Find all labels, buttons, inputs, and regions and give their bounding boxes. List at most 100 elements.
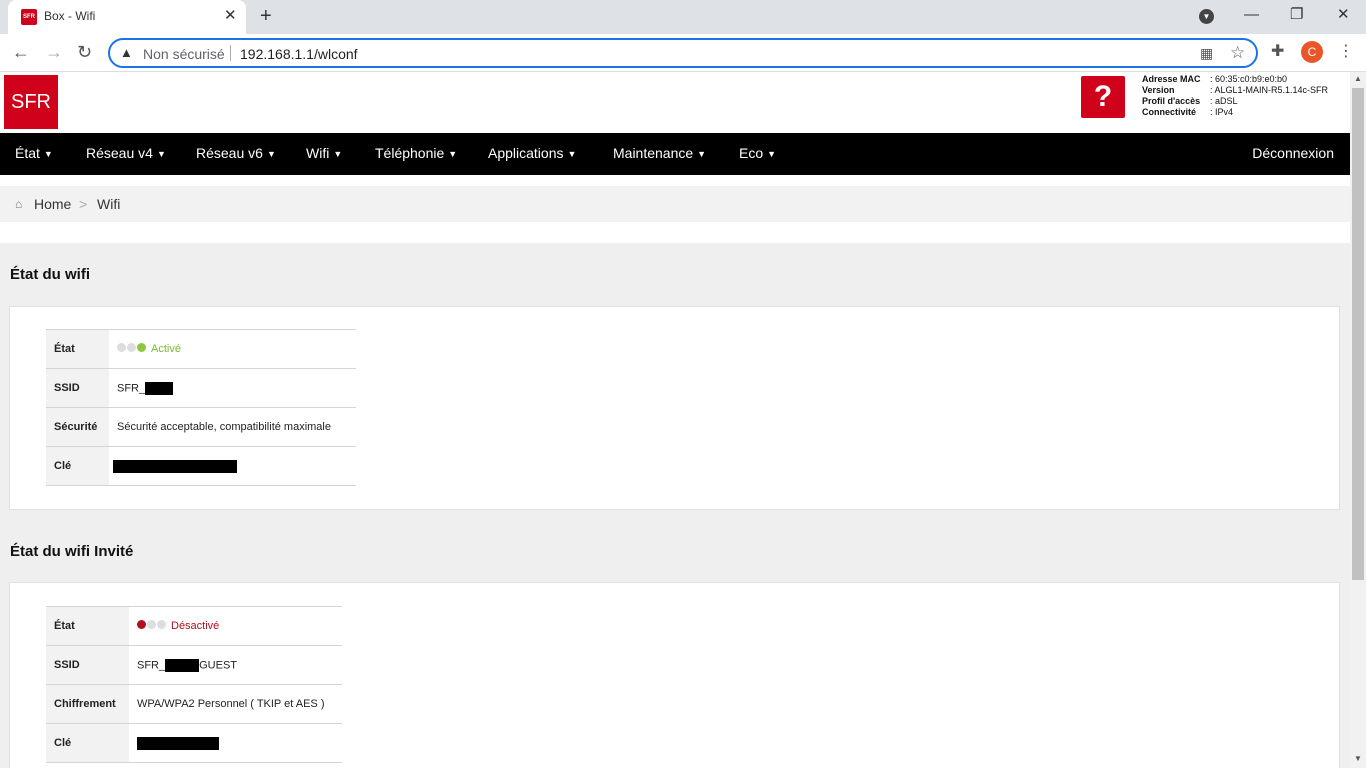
row-value (129, 723, 342, 763)
qr-code-icon[interactable]: ▦ (1200, 45, 1213, 62)
extensions-puzzle-icon[interactable]: ✚ (1271, 41, 1284, 61)
nav-label: Réseau v6 (196, 145, 263, 161)
nav-label: Téléphonie (375, 145, 445, 161)
redacted-block (137, 736, 219, 750)
profile-avatar[interactable]: C (1301, 41, 1323, 63)
wifi-status-table: État Activé SSID SFR_ Sécurité Sécurité … (46, 329, 356, 486)
security-indicator[interactable]: Non sécurisé (143, 46, 225, 62)
ssid-value: SFR_ (117, 381, 146, 394)
minimize-icon[interactable]: — (1244, 6, 1259, 24)
nav-item-telephonie[interactable]: Téléphonie ▼ (375, 145, 457, 161)
guest-wifi-status-table: État Désactivé SSID SFR_ GUEST Chiffremen… (46, 606, 342, 763)
guest-wifi-status-title: État du wifi Invité (10, 543, 134, 560)
address-bar[interactable]: ▲ Non sécurisé 192.168.1.1/wlconf ▦ ☆ (108, 38, 1258, 68)
row-value: Activé (109, 329, 356, 369)
scrollbar-thumb[interactable] (1352, 88, 1364, 580)
wifi-status-title: État du wifi (10, 266, 90, 283)
ssid-suffix: GUEST (199, 658, 238, 671)
nav-item-eco[interactable]: Eco ▼ (739, 145, 776, 161)
caret-down-icon: ▼ (697, 149, 707, 160)
row-value: Désactivé (129, 606, 342, 646)
info-label: Adresse MAC (1142, 74, 1201, 84)
row-value: Sécurité acceptable, compatibilité maxim… (109, 407, 356, 447)
logout-link[interactable]: Déconnexion (1252, 145, 1334, 161)
url-text[interactable]: 192.168.1.1/wlconf (240, 46, 358, 62)
omnibox-divider (230, 45, 231, 61)
row-label: SSID (46, 645, 129, 685)
content-area: État du wifi État Activé SSID SFR_ Sécur… (0, 243, 1350, 768)
nav-item-reseau-v6[interactable]: Réseau v6 ▼ (196, 145, 276, 161)
bookmark-star-icon[interactable]: ☆ (1230, 43, 1245, 63)
breadcrumb-home[interactable]: Home (34, 196, 71, 212)
caret-down-icon: ▼ (767, 149, 777, 160)
table-row: État Activé (46, 329, 356, 369)
help-button[interactable]: ? (1081, 76, 1125, 118)
info-label: Connectivité (1142, 107, 1197, 117)
browser-tab[interactable]: SFR Box - Wifi ✕ (8, 0, 246, 34)
tab-search-icon[interactable]: ▼ (1199, 9, 1214, 24)
new-tab-button[interactable]: + (260, 6, 272, 26)
page-scrollbar[interactable]: ▲ ▼ (1350, 72, 1366, 768)
nav-label: Maintenance (613, 145, 694, 161)
nav-item-maintenance[interactable]: Maintenance ▼ (613, 145, 706, 161)
breadcrumb-current: Wifi (97, 196, 121, 212)
nav-label: Applications (488, 145, 564, 161)
redacted-block (145, 381, 174, 395)
table-row: État Désactivé (46, 606, 342, 646)
reload-icon[interactable]: ↻ (77, 42, 92, 62)
guest-wifi-status-card: État Désactivé SSID SFR_ GUEST Chiffremen… (9, 582, 1340, 768)
nav-label: Réseau v4 (86, 145, 153, 161)
scroll-up-icon[interactable]: ▲ (1354, 74, 1362, 83)
close-tab-icon[interactable]: ✕ (224, 8, 237, 24)
table-row: Chiffrement WPA/WPA2 Personnel ( TKIP et… (46, 684, 342, 724)
device-info-row: Version: ALGL1-MAIN-R5.1.14c-SFR (1142, 85, 1328, 96)
home-icon: ⌂ (15, 197, 23, 211)
nav-item-etat[interactable]: État ▼ (15, 145, 53, 161)
row-label: Clé (46, 723, 129, 763)
tab-strip: SFR Box - Wifi ✕ + ▼ — ❐ ✕ (0, 0, 1366, 34)
redacted-block (165, 658, 200, 672)
browser-toolbar: ← → ↻ ▲ Non sécurisé 192.168.1.1/wlconf … (0, 34, 1366, 72)
sfr-logo[interactable]: SFR (4, 75, 58, 129)
info-value: : aDSL (1210, 96, 1238, 106)
row-value (109, 446, 356, 486)
nav-label: Eco (739, 145, 764, 161)
device-info-row: Profil d'accès : aDSL (1142, 96, 1328, 107)
nav-label: État (15, 145, 40, 161)
restore-icon[interactable]: ❐ (1290, 6, 1303, 24)
tab-title: Box - Wifi (44, 9, 96, 23)
table-row: Clé (46, 446, 356, 486)
caret-down-icon: ▼ (448, 149, 458, 160)
wifi-status-card: État Activé SSID SFR_ Sécurité Sécurité … (9, 306, 1340, 510)
table-row: Clé (46, 723, 342, 763)
row-value: SFR_ GUEST (129, 645, 342, 685)
caret-down-icon: ▼ (266, 149, 276, 160)
info-label: Profil d'accès (1142, 96, 1201, 106)
close-window-icon[interactable]: ✕ (1337, 6, 1350, 24)
browser-menu-icon[interactable]: ⋮ (1338, 41, 1354, 61)
breadcrumb-separator: > (79, 196, 88, 212)
row-label: Sécurité (46, 407, 109, 447)
warning-icon[interactable]: ▲ (120, 45, 133, 60)
web-page: SFR ? Adresse MAC: 60:35:c0:b9:e0:b0 Ver… (0, 72, 1350, 768)
sfr-favicon-icon: SFR (21, 9, 37, 25)
breadcrumb: ⌂ Home > Wifi (0, 186, 1350, 222)
caret-down-icon: ▼ (567, 149, 577, 160)
row-value: SFR_ (109, 368, 356, 408)
forward-icon[interactable]: → (45, 42, 63, 62)
status-dots (117, 343, 147, 355)
back-icon[interactable]: ← (12, 42, 30, 62)
device-info-row: Adresse MAC: 60:35:c0:b9:e0:b0 (1142, 74, 1328, 85)
nav-item-wifi[interactable]: Wifi ▼ (306, 145, 342, 161)
status-dots (137, 620, 167, 632)
info-label: Version (1142, 85, 1175, 95)
redacted-block (113, 459, 237, 473)
table-row: SSID SFR_ GUEST (46, 645, 342, 685)
nav-item-applications[interactable]: Applications ▼ (488, 145, 576, 161)
table-row: SSID SFR_ (46, 368, 356, 408)
scroll-down-icon[interactable]: ▼ (1354, 754, 1362, 763)
nav-item-reseau-v4[interactable]: Réseau v4 ▼ (86, 145, 166, 161)
wifi-state-value: Activé (151, 342, 181, 355)
guest-state-value: Désactivé (171, 619, 220, 632)
device-info: Adresse MAC: 60:35:c0:b9:e0:b0 Version: … (1142, 74, 1328, 118)
